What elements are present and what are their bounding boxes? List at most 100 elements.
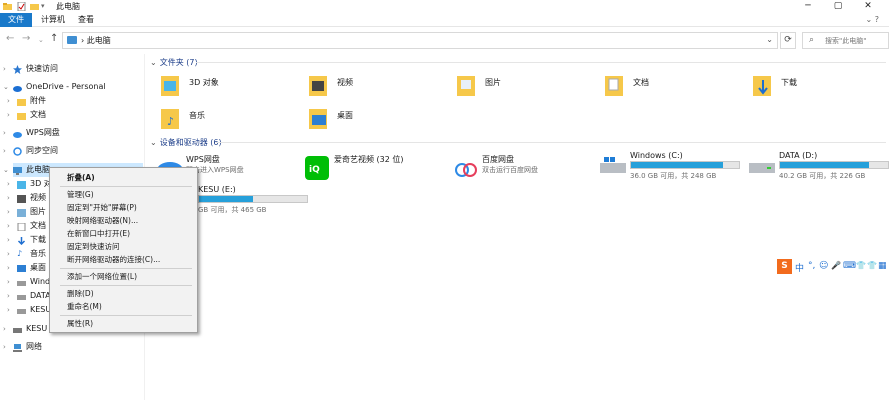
menu-separator — [60, 285, 192, 286]
search-input[interactable]: ⌕ 搜索"此电脑" — [802, 32, 889, 49]
section-divider — [196, 62, 886, 63]
device-iqiyi[interactable]: iQ 爱奇艺视频 (32 位) — [304, 154, 444, 188]
menu-item-add-network-location[interactable]: 添加一个网络位置(L) — [51, 270, 197, 283]
collapse-chevron-icon[interactable]: ⌄ — [3, 163, 9, 177]
section-collapse-icon[interactable]: ⌄ — [150, 138, 157, 147]
folders-section-header[interactable]: ⌄ 文件夹 (7) — [150, 57, 198, 68]
sidebar-item-wps-drive[interactable]: › WPS网盘 — [3, 126, 143, 140]
sidebar-item-onedrive[interactable]: ⌄ OneDrive - Personal — [3, 80, 143, 94]
menu-item-properties[interactable]: 属性(R) — [51, 317, 197, 330]
search-icon: ⌕ — [809, 35, 815, 45]
documents-folder-icon — [605, 72, 625, 98]
pictures-folder-icon — [457, 72, 477, 98]
new-folder-icon[interactable] — [30, 2, 39, 11]
ime-skin-icon-2[interactable]: 👕 — [867, 261, 877, 270]
menu-item-manage[interactable]: 管理(G) — [51, 188, 197, 201]
menu-separator — [60, 315, 192, 316]
3d-objects-folder-icon — [161, 72, 181, 98]
tab-computer[interactable]: 计算机 — [35, 13, 71, 27]
expand-chevron-icon[interactable]: › — [7, 219, 10, 233]
tab-file[interactable]: 文件 — [0, 13, 32, 27]
cloud-icon — [13, 83, 22, 92]
sidebar-item-documents-onedrive[interactable]: › 文档 — [7, 108, 143, 122]
folder-music[interactable]: ♪ 音乐 — [161, 105, 281, 135]
sync-icon — [13, 147, 22, 156]
ime-punctuation-icon[interactable]: °, — [808, 261, 815, 271]
device-baidu-netdisk[interactable]: 百度网盘 双击运行百度网盘 — [452, 154, 592, 188]
folder-downloads[interactable]: 下载 — [753, 72, 873, 102]
menu-item-rename[interactable]: 重命名(M) — [51, 300, 197, 313]
menu-item-disconnect-network-drive[interactable]: 断开网络驱动器的连接(C)... — [51, 253, 197, 266]
window-title: 此电脑 — [56, 2, 80, 11]
menu-item-delete[interactable]: 删除(D) — [51, 287, 197, 300]
folder-3d-objects[interactable]: 3D 对象 — [161, 72, 281, 102]
folder-documents[interactable]: 文档 — [605, 72, 725, 102]
device-data-d[interactable]: DATA (D:) 40.2 GB 可用，共 226 GB — [749, 151, 889, 185]
expand-chevron-icon[interactable]: › — [7, 233, 10, 247]
device-windows-c[interactable]: Windows (C:) 36.0 GB 可用，共 248 GB — [600, 151, 745, 185]
drive-icon — [17, 278, 26, 286]
menu-item-collapse[interactable]: 折叠(A) — [51, 171, 197, 184]
expand-chevron-icon[interactable]: › — [7, 261, 10, 275]
expand-chevron-icon[interactable]: › — [7, 94, 10, 108]
recent-dropdown-icon[interactable]: ⌄ — [38, 36, 44, 44]
expand-chevron-icon[interactable]: › — [3, 126, 6, 140]
ribbon-expand-icon[interactable]: ⌄ ? — [866, 15, 880, 24]
tab-view[interactable]: 查看 — [72, 13, 100, 27]
folder-videos[interactable]: 视频 — [309, 72, 429, 102]
desktop-folder-icon — [309, 105, 329, 131]
sidebar-item-quick-access[interactable]: › 快速访问 — [3, 62, 143, 76]
up-arrow-icon[interactable]: ↑ — [50, 33, 58, 44]
sogou-logo-icon[interactable]: S — [777, 259, 792, 274]
videos-folder-icon — [309, 72, 329, 98]
menu-item-open-new-window[interactable]: 在新窗口中打开(E) — [51, 227, 197, 240]
ime-toolbar: S 中 °, ☺ 🎤 ⌨ 👕 👕 ▦ — [777, 259, 889, 276]
sidebar-item-attachments[interactable]: › 附件 — [7, 94, 143, 108]
expand-chevron-icon[interactable]: › — [7, 275, 10, 289]
menu-item-pin-quick-access[interactable]: 固定到快速访问 — [51, 240, 197, 253]
expand-chevron-icon[interactable]: › — [3, 322, 6, 336]
menu-item-map-network-drive[interactable]: 映射网络驱动器(N)... — [51, 214, 197, 227]
sidebar-item-network[interactable]: › 网络 — [3, 340, 143, 354]
folder-desktop[interactable]: 桌面 — [309, 105, 429, 135]
sidebar-item-sync-space[interactable]: › 同步空间 — [3, 144, 143, 158]
section-divider — [216, 142, 886, 143]
ime-voice-icon[interactable]: 🎤 — [831, 261, 841, 270]
devices-section-header[interactable]: ⌄ 设备和驱动器 (6) — [150, 137, 222, 148]
folder-pictures[interactable]: 图片 — [457, 72, 577, 102]
ime-emoji-icon[interactable]: ☺ — [819, 261, 828, 271]
ime-keyboard-icon[interactable]: ⌨ — [843, 261, 856, 271]
expand-chevron-icon[interactable]: › — [7, 289, 10, 303]
breadcrumb[interactable]: › 此电脑 — [81, 35, 111, 46]
forward-arrow-icon[interactable]: → — [22, 33, 30, 44]
folder-icon — [17, 111, 26, 120]
ribbon-tabs: 文件 计算机 查看 ⌄ ? — [0, 13, 889, 27]
expand-chevron-icon[interactable]: › — [3, 62, 6, 76]
properties-icon[interactable] — [17, 1, 26, 12]
minimize-button[interactable]: ─ — [793, 0, 823, 13]
expand-chevron-icon[interactable]: › — [7, 205, 10, 219]
ime-mode-chinese[interactable]: 中 — [795, 261, 804, 274]
back-arrow-icon[interactable]: ← — [6, 33, 14, 44]
ime-skin-icon[interactable]: 👕 — [856, 261, 866, 270]
expand-chevron-icon[interactable]: › — [7, 191, 10, 205]
quick-access-dropdown-icon[interactable]: ▾ — [41, 2, 50, 11]
expand-chevron-icon[interactable]: › — [3, 340, 6, 354]
expand-chevron-icon[interactable]: › — [7, 108, 10, 122]
expand-chevron-icon[interactable]: › — [7, 177, 10, 191]
maximize-button[interactable]: ▢ — [823, 0, 853, 13]
menu-item-pin-to-start[interactable]: 固定到"开始"屏幕(P) — [51, 201, 197, 214]
address-bar[interactable]: › 此电脑 ⌄ — [62, 32, 778, 49]
download-arrow-icon — [17, 236, 26, 246]
section-collapse-icon[interactable]: ⌄ — [150, 58, 157, 67]
collapse-chevron-icon[interactable]: ⌄ — [3, 80, 9, 94]
expand-chevron-icon[interactable]: › — [7, 247, 10, 261]
ime-toolbox-icon[interactable]: ▦ — [878, 261, 887, 271]
svg-text:iQ: iQ — [309, 165, 320, 175]
close-button[interactable]: ✕ — [853, 0, 883, 13]
refresh-button[interactable]: ⟳ — [780, 32, 796, 49]
address-dropdown-icon[interactable]: ⌄ — [766, 35, 773, 44]
expand-chevron-icon[interactable]: › — [7, 303, 10, 317]
expand-chevron-icon[interactable]: › — [3, 144, 6, 158]
baidu-netdisk-icon — [452, 156, 480, 180]
